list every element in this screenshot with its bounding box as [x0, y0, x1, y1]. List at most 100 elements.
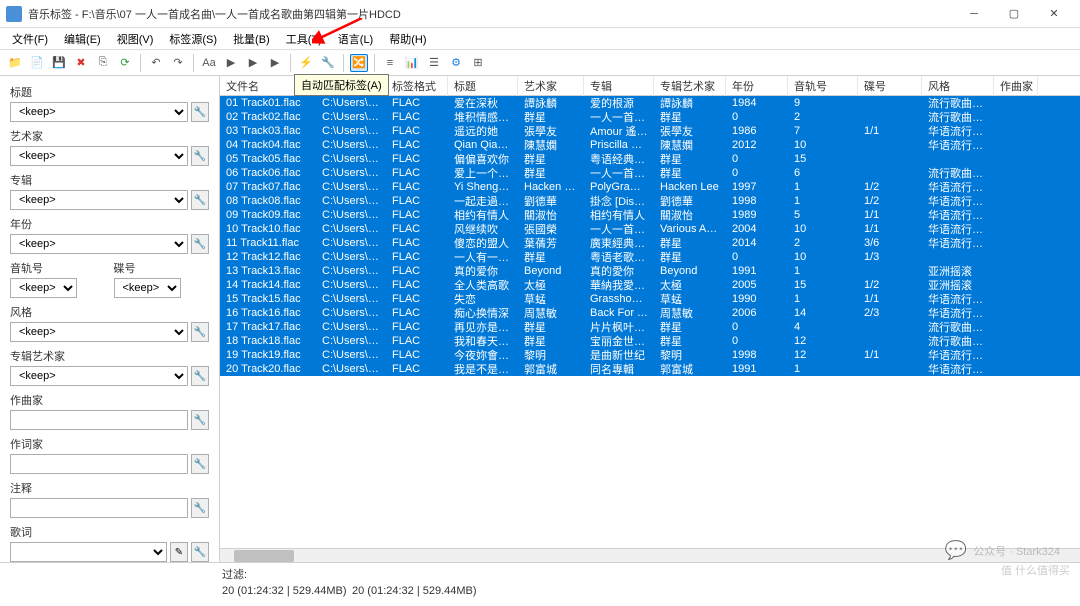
close-button[interactable]: ✕ [1034, 1, 1074, 27]
tooltip: 自动匹配标签(A) [294, 74, 389, 96]
menubar: 文件(F) 编辑(E) 视图(V) 标签源(S) 批量(B) 工具(T) 语言(… [0, 28, 1080, 50]
undo-icon[interactable]: ↶ [147, 54, 165, 72]
list-icon[interactable]: ☰ [425, 54, 443, 72]
open-folder-icon[interactable]: 📁 [6, 54, 24, 72]
lyrics-wrench-icon[interactable]: 🔧 [191, 542, 209, 562]
genre-select[interactable]: <keep> [10, 322, 188, 342]
quick-action-icon[interactable]: 🔧 [319, 54, 337, 72]
minimize-button[interactable]: ─ [954, 1, 994, 27]
open-file-icon[interactable]: 📄 [28, 54, 46, 72]
composer-input[interactable] [10, 410, 188, 430]
maximize-button[interactable]: ▢ [994, 1, 1034, 27]
table-row[interactable]: 08 Track08.flacC:\Users\yaohFLAC一起走過的日子劉… [220, 194, 1080, 208]
col-genre[interactable]: 风格 [922, 76, 994, 96]
table-row[interactable]: 10 Track10.flacC:\Users\yaohFLAC风继续吹張國榮一… [220, 222, 1080, 236]
chart-icon[interactable]: 📊 [403, 54, 421, 72]
menu-help[interactable]: 帮助(H) [383, 29, 432, 49]
menu-language[interactable]: 语言(L) [332, 29, 379, 49]
played-icon[interactable]: ▶ [266, 54, 284, 72]
comment-wrench-icon[interactable]: 🔧 [191, 498, 209, 518]
track-select[interactable]: <keep> [10, 278, 77, 298]
artist-label: 艺术家 [10, 128, 209, 144]
table-row[interactable]: 01 Track01.flacC:\Users\yaohFLAC爱在深秋譚詠麟爱… [220, 96, 1080, 110]
artist-select[interactable]: <keep> [10, 146, 188, 166]
col-year[interactable]: 年份 [726, 76, 788, 96]
menu-edit[interactable]: 编辑(E) [58, 29, 107, 49]
table-row[interactable]: 15 Track15.flacC:\Users\yaohFLAC失恋草蜢Gras… [220, 292, 1080, 306]
title-wrench-icon[interactable]: 🔧 [191, 102, 209, 122]
albumartist-select[interactable]: <keep> [10, 366, 188, 386]
window-title: 音乐标签 - F:\音乐\07 一人一首成名曲\一人一首成名歌曲第四辑第一片HD… [28, 6, 954, 22]
save-icon[interactable]: 💾 [50, 54, 68, 72]
title-select[interactable]: <keep> [10, 102, 188, 122]
table-body[interactable]: 01 Track01.flacC:\Users\yaohFLAC爱在深秋譚詠麟爱… [220, 96, 1080, 548]
year-wrench-icon[interactable]: 🔧 [191, 234, 209, 254]
table-row[interactable]: 03 Track03.flacC:\Users\yaohFLAC遥远的她張學友A… [220, 124, 1080, 138]
table-row[interactable]: 02 Track02.flacC:\Users\yaohFLAC堆积情感（邦…群… [220, 110, 1080, 124]
menu-tagsource[interactable]: 标签源(S) [163, 29, 223, 49]
col-albumartist[interactable]: 专辑艺术家 [654, 76, 726, 96]
album-wrench-icon[interactable]: 🔧 [191, 190, 209, 210]
col-disc[interactable]: 碟号 [858, 76, 922, 96]
lyrics-label: 歌词 [10, 524, 209, 540]
file-from-tag-icon[interactable]: ▶ [244, 54, 262, 72]
col-composer[interactable]: 作曲家 [994, 76, 1038, 96]
table-row[interactable]: 12 Track12.flacC:\Users\yaohFLAC一人有一个梦想群… [220, 250, 1080, 264]
file-table: 文件名 目录 标签格式 标题 艺术家 专辑 专辑艺术家 年份 音轨号 碟号 风格… [220, 76, 1080, 562]
col-title[interactable]: 标题 [448, 76, 518, 96]
actions-icon[interactable]: ⚡ [297, 54, 315, 72]
col-track[interactable]: 音轨号 [788, 76, 858, 96]
genre-wrench-icon[interactable]: 🔧 [191, 322, 209, 342]
disc-label: 碟号 [114, 260, 210, 276]
composer-wrench-icon[interactable]: 🔧 [191, 410, 209, 430]
toolbar: 📁 📄 💾 ✖ ⎘ ⟳ ↶ ↷ Aa ▶ ▶ ▶ ⚡ 🔧 🔀 ≡ 📊 ☰ ⚙ ⊞… [0, 50, 1080, 76]
composer-label: 作曲家 [10, 392, 209, 408]
album-select[interactable]: <keep> [10, 190, 188, 210]
artist-wrench-icon[interactable]: 🔧 [191, 146, 209, 166]
table-row[interactable]: 06 Track06.flacC:\Users\yaohFLAC爱上一个不回…群… [220, 166, 1080, 180]
lyrics-edit-icon[interactable]: ✎ [170, 542, 188, 562]
lyricist-label: 作词家 [10, 436, 209, 452]
statusbar: 过滤: 20 (01:24:32 | 529.44MB) 20 (01:24:3… [0, 562, 1080, 606]
table-row[interactable]: 13 Track13.flacC:\Users\yaohFLAC真的爱你Beyo… [220, 264, 1080, 278]
lyrics-icon[interactable]: ≡ [381, 54, 399, 72]
menu-view[interactable]: 视图(V) [111, 29, 160, 49]
table-row[interactable]: 07 Track07.flacC:\Users\yaohFLACYi Sheng… [220, 180, 1080, 194]
table-row[interactable]: 09 Track09.flacC:\Users\yaohFLAC相约有情人關淑怡… [220, 208, 1080, 222]
horizontal-scrollbar[interactable] [220, 548, 1080, 562]
col-format[interactable]: 标签格式 [386, 76, 448, 96]
table-row[interactable]: 16 Track16.flacC:\Users\yaohFLAC痴心换情深周慧敏… [220, 306, 1080, 320]
table-row[interactable]: 11 Track11.flacC:\Users\yaohFLAC傻恋的盟人葉蒨芳… [220, 236, 1080, 250]
refresh-icon[interactable]: ⟳ [116, 54, 134, 72]
copy-icon[interactable]: ⎘ [94, 54, 112, 72]
table-row[interactable]: 17 Track17.flacC:\Users\yaohFLAC再见亦是朋友…群… [220, 320, 1080, 334]
table-row[interactable]: 14 Track14.flacC:\Users\yaohFLAC全人类高歌太極華… [220, 278, 1080, 292]
albumartist-wrench-icon[interactable]: 🔧 [191, 366, 209, 386]
settings-icon[interactable]: ⚙ [447, 54, 465, 72]
lyricist-wrench-icon[interactable]: 🔧 [191, 454, 209, 474]
delete-icon[interactable]: ✖ [72, 54, 90, 72]
table-row[interactable]: 19 Track19.flacC:\Users\yaohFLAC今夜妳會不會…黎… [220, 348, 1080, 362]
lyrics-select[interactable] [10, 542, 167, 562]
disc-select[interactable]: <keep> [114, 278, 181, 298]
tag-from-file-icon[interactable]: ▶ [222, 54, 240, 72]
comment-label: 注释 [10, 480, 209, 496]
menu-batch[interactable]: 批量(B) [227, 29, 276, 49]
col-album[interactable]: 专辑 [584, 76, 654, 96]
case-icon[interactable]: Aa [200, 54, 218, 72]
menu-tools[interactable]: 工具(T) [280, 29, 328, 49]
year-select[interactable]: <keep> [10, 234, 188, 254]
status-right: 20 (01:24:32 | 529.44MB) [352, 585, 477, 597]
redo-icon[interactable]: ↷ [169, 54, 187, 72]
lyricist-input[interactable] [10, 454, 188, 474]
table-row[interactable]: 04 Track04.flacC:\Users\yaohFLACQian Qia… [220, 138, 1080, 152]
auto-match-tags-icon[interactable]: 🔀 [350, 54, 368, 72]
menu-file[interactable]: 文件(F) [6, 29, 54, 49]
col-artist[interactable]: 艺术家 [518, 76, 584, 96]
table-row[interactable]: 18 Track18.flacC:\Users\yaohFLAC我和春天有个…群… [220, 334, 1080, 348]
plugin-icon[interactable]: ⊞ [469, 54, 487, 72]
comment-input[interactable] [10, 498, 188, 518]
status-left: 20 (01:24:32 | 529.44MB) [222, 585, 352, 597]
table-row[interactable]: 20 Track20.flacC:\Users\yaohFLAC我是不是該安…郭… [220, 362, 1080, 376]
table-row[interactable]: 05 Track05.flacC:\Users\yaohFLAC偏偏喜欢你群星粤… [220, 152, 1080, 166]
